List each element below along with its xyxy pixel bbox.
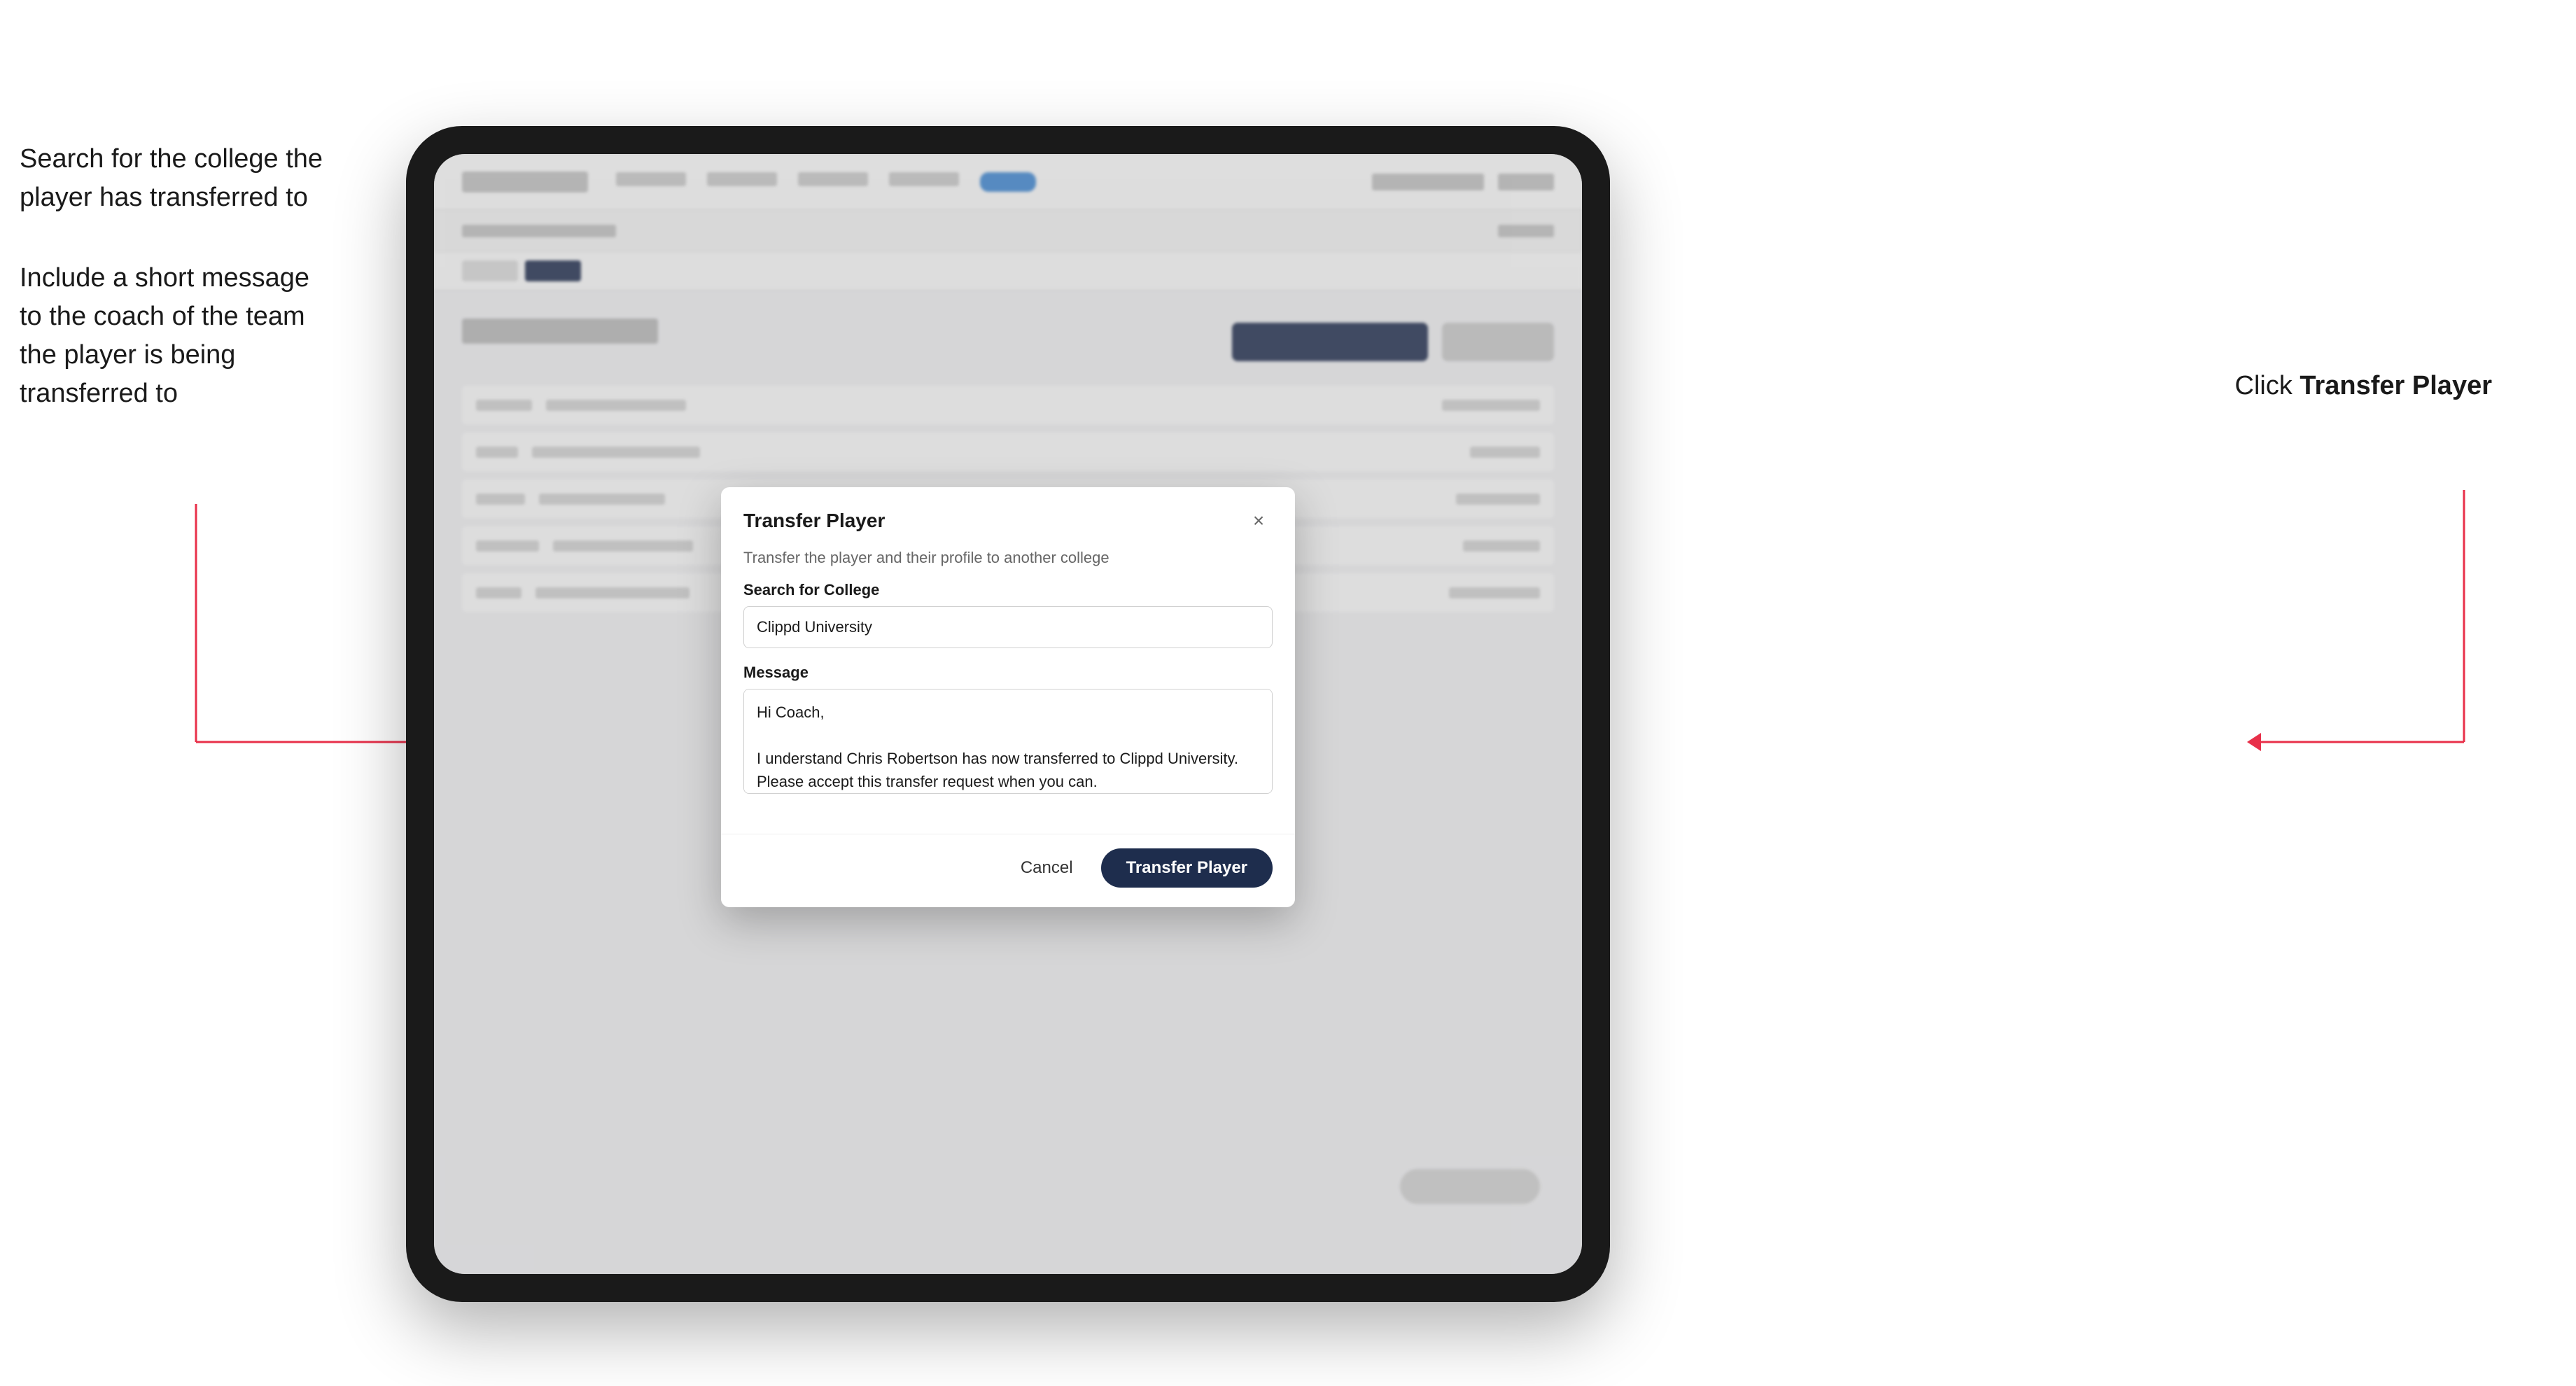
- transfer-player-button[interactable]: Transfer Player: [1101, 848, 1273, 888]
- right-arrow: [2240, 490, 2520, 798]
- tablet-screen: Transfer Player × Transfer the player an…: [434, 154, 1582, 1274]
- annotation-right: Click Transfer Player: [2235, 371, 2493, 401]
- modal-body: Transfer the player and their profile to…: [721, 549, 1295, 834]
- left-arrow: [140, 504, 420, 798]
- annotation-left: Search for the college the player has tr…: [20, 140, 323, 456]
- transfer-player-modal: Transfer Player × Transfer the player an…: [721, 487, 1295, 907]
- modal-close-button[interactable]: ×: [1245, 507, 1273, 535]
- modal-footer: Cancel Transfer Player: [721, 834, 1295, 907]
- cancel-button[interactable]: Cancel: [1007, 850, 1087, 886]
- modal-description: Transfer the player and their profile to…: [743, 549, 1273, 567]
- modal-overlay: Transfer Player × Transfer the player an…: [434, 154, 1582, 1274]
- college-label: Search for College: [743, 581, 1273, 599]
- message-label: Message: [743, 664, 1273, 682]
- tablet-frame: Transfer Player × Transfer the player an…: [406, 126, 1610, 1302]
- modal-header: Transfer Player ×: [721, 487, 1295, 549]
- college-search-input[interactable]: [743, 606, 1273, 648]
- message-textarea[interactable]: Hi Coach, I understand Chris Robertson h…: [743, 689, 1273, 794]
- modal-title: Transfer Player: [743, 510, 885, 532]
